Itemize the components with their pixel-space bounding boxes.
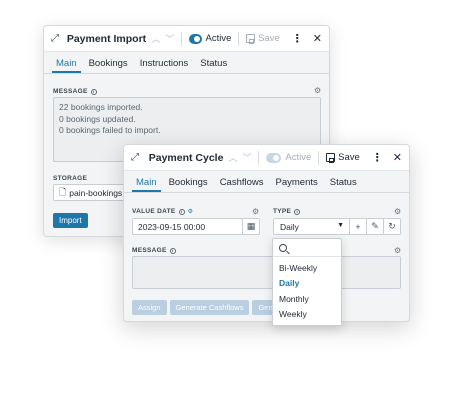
save-label: Save: [338, 152, 360, 163]
info-icon[interactable]: i: [90, 88, 97, 95]
info-icon[interactable]: i: [294, 208, 301, 215]
message-field[interactable]: [132, 256, 401, 289]
type-value: Daily: [280, 221, 299, 232]
titlebar: ⤢ Payment Import ︿ ﹀ Active Save ⋮ ✕: [44, 26, 329, 52]
value-date-field[interactable]: 2023-09-15 00:00 ▦: [132, 218, 260, 235]
chevron-up-icon[interactable]: ︿: [228, 151, 237, 164]
save-icon: [326, 153, 336, 163]
divider: [181, 31, 182, 46]
type-select[interactable]: Daily ▼ + ✎ ↻: [273, 218, 401, 235]
tab-main[interactable]: Main: [52, 58, 81, 73]
action-buttons: Assign Generate Cashflows Gene: [132, 300, 283, 315]
window-title: Payment Cycle: [148, 151, 224, 164]
message-label: MESSAGE i: [132, 247, 176, 254]
tab-bookings[interactable]: Bookings: [165, 177, 212, 192]
expand-icon[interactable]: ⤢: [131, 152, 143, 163]
save-button[interactable]: Save: [246, 33, 280, 44]
required-marker-icon: ⚙: [187, 209, 194, 215]
message-label: MESSAGE i: [53, 88, 97, 95]
message-line: 22 bookings imported.: [59, 102, 143, 112]
chevron-down-icon[interactable]: ▼: [337, 222, 344, 232]
tab-cashflows[interactable]: Cashflows: [216, 177, 268, 192]
info-icon[interactable]: i: [178, 208, 185, 215]
gear-icon[interactable]: ⚙: [394, 207, 401, 216]
more-options-icon[interactable]: ⋮: [372, 151, 383, 164]
calendar-icon[interactable]: ▦: [242, 218, 259, 235]
tab-bar: Main Bookings Instructions Status: [44, 52, 329, 74]
info-icon[interactable]: i: [169, 247, 176, 254]
chevron-down-icon[interactable]: ﹀: [165, 32, 174, 45]
chevron-down-icon[interactable]: ﹀: [242, 151, 251, 164]
add-icon[interactable]: +: [349, 218, 366, 235]
expand-icon[interactable]: ⤢: [51, 33, 61, 44]
option-weekly[interactable]: Weekly: [273, 307, 341, 323]
gear-icon[interactable]: ⚙: [394, 246, 401, 255]
generate-cashflows-button[interactable]: Generate Cashflows: [169, 300, 250, 315]
tab-bookings[interactable]: Bookings: [85, 58, 132, 73]
titlebar: ⤢ Payment Cycle ︿ ﹀ Active Save ⋮ ✕: [124, 145, 409, 171]
close-icon[interactable]: ✕: [393, 151, 402, 164]
dropdown-search[interactable]: [273, 239, 341, 257]
search-icon: [279, 243, 287, 252]
type-dropdown: Bi-Weekly Daily Monthly Weekly: [272, 238, 342, 326]
edit-icon[interactable]: ✎: [366, 218, 383, 235]
message-line: 0 bookings updated.: [59, 113, 136, 124]
divider: [318, 150, 320, 165]
gear-icon[interactable]: ⚙: [252, 207, 259, 216]
value-date-label: VALUE DATE i ⚙: [132, 208, 194, 215]
tab-bar: Main Bookings Cashflows Payments Status: [124, 171, 409, 193]
type-label: TYPE i: [273, 208, 301, 215]
active-toggle[interactable]: [188, 33, 202, 44]
close-icon[interactable]: ✕: [313, 32, 322, 45]
window-title: Payment Import: [66, 32, 147, 45]
payment-cycle-window: ⤢ Payment Cycle ︿ ﹀ Active Save ⋮ ✕ Main…: [123, 144, 410, 322]
assign-button[interactable]: Assign: [132, 300, 167, 315]
file-icon: 🗋: [59, 186, 67, 197]
option-bi-weekly[interactable]: Bi-Weekly: [273, 260, 341, 276]
more-options-icon[interactable]: ⋮: [292, 32, 303, 45]
storage-value: pain-bookings: [69, 187, 123, 198]
tab-status[interactable]: Status: [326, 177, 361, 192]
chevron-up-icon[interactable]: ︿: [151, 32, 160, 45]
tab-status[interactable]: Status: [196, 58, 231, 73]
message-line: 0 bookings failed to import.: [59, 125, 161, 135]
active-label: Active: [205, 33, 232, 44]
save-icon: [246, 34, 256, 44]
tab-payments[interactable]: Payments: [272, 177, 322, 192]
refresh-icon[interactable]: ↻: [383, 218, 400, 235]
tab-main[interactable]: Main: [132, 177, 161, 192]
active-toggle[interactable]: [266, 152, 282, 163]
option-monthly[interactable]: Monthly: [273, 291, 341, 307]
storage-label: STORAGE: [53, 175, 88, 182]
active-label: Active: [285, 152, 312, 163]
tab-instructions[interactable]: Instructions: [136, 58, 193, 73]
save-label: Save: [258, 33, 280, 44]
divider: [238, 31, 240, 46]
save-button[interactable]: Save: [326, 152, 360, 163]
gear-icon[interactable]: ⚙: [314, 86, 321, 95]
import-button[interactable]: Import: [53, 213, 88, 228]
value-date-value: 2023-09-15 00:00: [138, 221, 206, 232]
option-daily[interactable]: Daily: [273, 276, 341, 292]
divider: [258, 150, 260, 165]
